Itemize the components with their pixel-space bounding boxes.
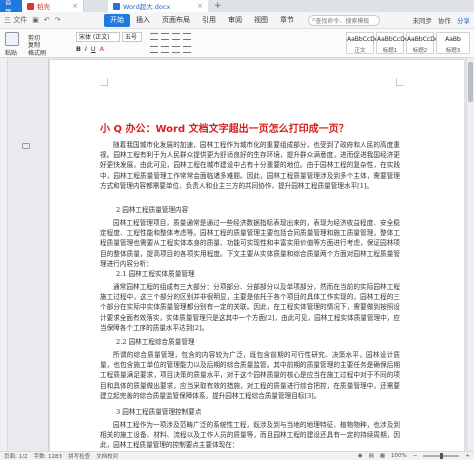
align-left-icon[interactable]	[150, 46, 158, 53]
font-color-button[interactable]: A	[100, 45, 104, 53]
paragraph-section-2-2: 所谓的综合质量管理，包含的内容较为广泛，既包含前期的可行性研究、决策水平，园林设…	[100, 351, 400, 400]
font-family-select[interactable]: 宋体 (正文)	[76, 32, 120, 42]
unsynced-button[interactable]: 未同步	[413, 15, 433, 25]
zoom-slider-thumb[interactable]	[439, 453, 443, 459]
page-view-icon[interactable]: ▤	[369, 453, 374, 459]
new-tab-button[interactable]: +	[214, 1, 222, 11]
doc-check-button[interactable]: 文档校对	[96, 452, 118, 460]
title-tab-bar: 首页 稻壳 × Word超大.docx × +	[0, 0, 474, 16]
style-name: 标题1	[382, 48, 398, 54]
collab-button[interactable]: 协作	[438, 15, 451, 25]
alignment-tools	[150, 46, 191, 53]
heading-section-2: 2 园林工程质量管理内容	[116, 206, 189, 214]
page-indicator[interactable]: 页面: 1/2	[4, 452, 27, 460]
file-menu[interactable]: 三 文件	[4, 15, 27, 25]
menu-page-layout[interactable]: 页面布局	[156, 14, 196, 27]
save-icon[interactable]: ▣	[32, 16, 39, 24]
zoom-in-icon[interactable]: +	[465, 453, 470, 459]
paragraph-section-3: 园林工程作为一项涉及范畴广泛的系统性工程，既涉及到与当地的地理特征、植物物种，也…	[100, 421, 400, 450]
vertical-scrollbar[interactable]	[466, 58, 474, 451]
number-list-icon[interactable]	[161, 33, 169, 40]
quick-access-toolbar: 三 文件 ▣ ↶ ↷	[0, 15, 104, 25]
italic-button[interactable]: I	[85, 45, 87, 53]
paste-icon[interactable]	[5, 32, 19, 46]
tab-daoke-label: 稻壳	[37, 3, 50, 11]
close-icon[interactable]: ×	[197, 2, 203, 10]
style-sample: AaBbCcDd	[407, 36, 439, 43]
page-corner-mark	[396, 78, 404, 86]
paragraph-marker-icon[interactable]	[22, 143, 30, 149]
style-name: 标题3	[445, 48, 461, 54]
indent-icon[interactable]	[172, 33, 180, 40]
heading-section-3: 3 园林工程质量管理控制要点	[116, 408, 202, 416]
outdent-icon[interactable]	[183, 33, 191, 40]
style-normal[interactable]: AaBbCcDd 正文	[346, 32, 379, 54]
menu-insert[interactable]: 插入	[130, 14, 156, 27]
status-bar: 页面: 1/2 字数: 1283 拼写检查 文档校对 ◉ ▤ ▦ 100% − …	[0, 451, 474, 460]
format-buttons: B I U A	[76, 45, 104, 53]
menu-references[interactable]: 引用	[196, 14, 222, 27]
bullet-list-icon[interactable]	[150, 33, 158, 40]
menu-review[interactable]: 审阅	[222, 14, 248, 27]
style-sample: AaBbCcDd	[347, 36, 379, 43]
zoom-slider[interactable]	[423, 453, 460, 459]
scrollbar-thumb[interactable]	[468, 62, 473, 102]
status-left: 页面: 1/2 字数: 1283 拼写检查 文档校对	[0, 452, 118, 460]
tab-daoke[interactable]: 稻壳 ×	[22, 0, 84, 12]
command-search-input[interactable]: ⌕ 查找命令、搜索模板	[308, 14, 380, 26]
bold-button[interactable]: B	[76, 45, 81, 53]
underline-button[interactable]: U	[91, 45, 96, 53]
format-painter-button[interactable]: 格式刷	[28, 48, 46, 57]
zoom-out-icon[interactable]: −	[413, 453, 418, 459]
menu-bar: 三 文件 ▣ ↶ ↷ 开始 插入 页面布局 引用 审阅 视图 章节 ⌕ 查找命令…	[0, 12, 474, 29]
page-corner-mark	[100, 78, 108, 86]
paragraph-intro: 随着我国城市化发展的加速，园林工程作为城市化的重要组成部分，也受到了政府和人民的…	[100, 141, 400, 190]
eye-icon[interactable]: ◉	[358, 453, 363, 459]
redo-icon[interactable]: ↷	[55, 16, 61, 24]
style-heading-2[interactable]: AaBbCcDd 标题2	[406, 32, 439, 54]
word-doc-icon	[113, 2, 120, 10]
close-icon[interactable]: ×	[72, 2, 78, 10]
menu-view[interactable]: 视图	[248, 14, 274, 27]
tab-home[interactable]: 首页	[0, 0, 22, 16]
style-heading-3[interactable]: AaBb 标题3	[436, 32, 470, 54]
style-name: 标题2	[412, 48, 428, 54]
font-size-select[interactable]: 五号	[122, 32, 142, 42]
undo-icon[interactable]: ↶	[44, 16, 50, 24]
heading-section-2-2: 2.2 园林工程综合质量管理	[116, 338, 195, 346]
style-sample: AaBbCcDd	[377, 36, 409, 43]
wps-logo-icon	[27, 2, 34, 10]
style-sample: AaBb	[445, 36, 461, 43]
tab-document[interactable]: Word超大.docx ×	[108, 0, 208, 12]
word-count[interactable]: 字数: 1283	[33, 452, 62, 460]
document-page[interactable]: 小 Q 办公：Word 文档文字超出一页怎么打印成一页？ 随着我国城市化发展的加…	[50, 60, 464, 451]
web-view-icon[interactable]: ▦	[380, 453, 385, 459]
paste-button[interactable]: 粘贴	[5, 48, 17, 57]
heading-section-2-1: 2.1 园林工程实体质量管理	[116, 270, 195, 278]
justify-icon[interactable]	[183, 46, 191, 53]
share-button[interactable]: 分享	[457, 15, 470, 25]
style-heading-1[interactable]: AaBbCcDd 标题1	[376, 32, 409, 54]
tab-document-label: Word超大.docx	[123, 3, 171, 11]
document-title: 小 Q 办公：Word 文档文字超出一页怎么打印成一页？	[100, 124, 349, 135]
spell-check-button[interactable]: 拼写检查	[68, 452, 90, 460]
menu-right-actions: 未同步 协作 分享	[413, 15, 474, 25]
paragraph-section-2: 园林工程管理项目，质量通常是通过一些经济数据指标表现出来的，表现为经济收益程度、…	[100, 219, 400, 268]
zoom-level[interactable]: 100%	[391, 453, 407, 459]
vertical-ruler	[48, 58, 49, 451]
menu-home[interactable]: 开始	[104, 13, 130, 27]
style-name: 正文	[354, 48, 366, 54]
paragraph-tools	[150, 33, 191, 40]
left-navigation-gutter	[0, 58, 8, 451]
align-center-icon[interactable]	[161, 46, 169, 53]
align-right-icon[interactable]	[172, 46, 180, 53]
ribbon-toolbar: 粘贴 剪切 复制 格式刷 宋体 (正文) 五号 B I U A AaBbCcDd…	[0, 29, 474, 58]
status-right: ◉ ▤ ▦ 100% − +	[358, 453, 474, 459]
paragraph-section-2-1: 通常园林工程的组成有三大部分：分项部分、分部部分以及单项部分，然而在当前的实际园…	[100, 283, 400, 332]
menu-chapter[interactable]: 章节	[274, 14, 300, 27]
search-placeholder: 查找命令、搜索模板	[315, 17, 370, 25]
